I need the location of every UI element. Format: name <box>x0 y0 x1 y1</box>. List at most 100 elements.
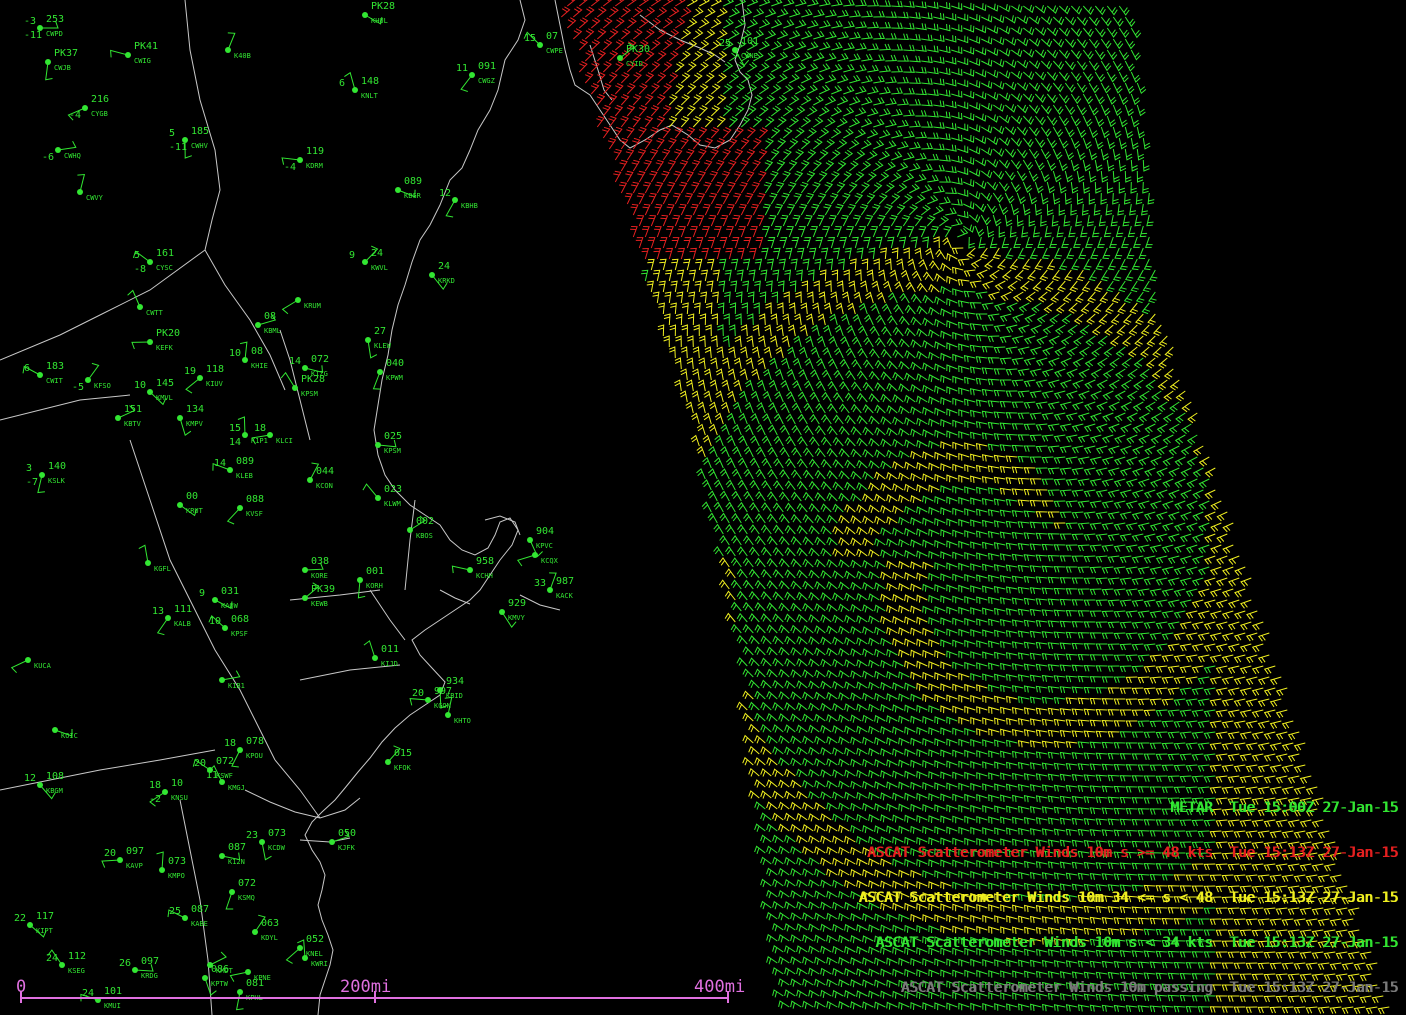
station-pressure: 086 <box>211 964 229 975</box>
station-id: CWJB <box>54 64 71 72</box>
station-id: KCDW <box>268 844 286 852</box>
station-id: CYSC <box>156 264 173 272</box>
station-temperature: 10 <box>229 348 241 359</box>
station-pressure: 27 <box>374 326 386 337</box>
station-dewpoint: -4 <box>284 162 296 173</box>
station-id: CYID <box>626 60 643 68</box>
station-id: KLEB <box>236 472 253 480</box>
station-pressure: 078 <box>246 736 264 747</box>
station-pressure: 023 <box>384 484 402 495</box>
station-id: KLWM <box>384 500 401 508</box>
station-id: KFSO <box>94 382 111 390</box>
station-pressure: 24 <box>438 261 450 272</box>
station-id: KJFK <box>338 844 356 852</box>
station-pressure: PK28 <box>371 1 395 12</box>
station-id: KBOS <box>416 532 433 540</box>
station-id: KSLK <box>48 477 66 485</box>
station-id: CWPE <box>546 47 563 55</box>
station-id: KHTO <box>454 717 471 725</box>
station-id: KMPV <box>186 420 204 428</box>
station-temperature: 18 <box>224 738 236 749</box>
station-pressure: 08 <box>264 311 276 322</box>
station-id: KDYL <box>261 934 278 942</box>
station-id: KMVY <box>508 614 526 622</box>
station-id: KHUL <box>371 17 388 25</box>
station-temperature: 14 <box>214 458 226 469</box>
station-pressure: PK39 <box>311 584 335 595</box>
station-pressure: 050 <box>338 828 356 839</box>
station-id: CWNE <box>741 52 758 60</box>
station-pressure: 002 <box>416 516 434 527</box>
station-id: KALB <box>174 620 191 628</box>
station-id: KOIC <box>61 732 78 740</box>
station-id: KMVL <box>156 394 173 402</box>
station-temperature: 9 <box>199 588 205 599</box>
station-id: KBML <box>264 327 281 335</box>
station-pressure: 10 <box>171 778 183 789</box>
station-pressure: 015 <box>394 748 412 759</box>
station-temperature: 10 <box>209 616 221 627</box>
station-pressure: 052 <box>306 934 324 945</box>
station-id: KIPT <box>36 927 54 935</box>
station-pressure: 987 <box>556 576 574 587</box>
station-pressure: 148 <box>361 76 379 87</box>
station-temperature: 20 <box>194 758 206 769</box>
station-temperature: 19 <box>184 366 196 377</box>
station-id: KNLT <box>361 92 379 100</box>
station-temperature: 6 <box>24 363 30 374</box>
station-dewpoint: -11 <box>24 30 42 41</box>
station-id: KABE <box>191 920 208 928</box>
station-temperature: 9 <box>349 250 355 261</box>
station-temperature: 13 <box>152 606 164 617</box>
station-id: KUCA <box>34 662 52 670</box>
station-id: KEWB <box>311 600 328 608</box>
station-dewpoint: -7 <box>26 477 38 488</box>
station-temperature: 12 <box>24 773 36 784</box>
station-pressure: 025 <box>384 431 402 442</box>
station-id: K40B <box>234 52 251 60</box>
legend-ascat-strong: ASCAT Scatterometer Winds 10m s >= 48 kt… <box>866 845 1398 861</box>
legend-metar: METAR Tue 15:00Z 27-Jan-15 <box>1170 800 1398 816</box>
station-id: KFOK <box>394 764 412 772</box>
station-pressure: PK37 <box>54 48 78 59</box>
station-temperature: 5 <box>169 128 175 139</box>
station-pressure: 904 <box>536 526 554 537</box>
station-temperature: 11 <box>206 770 218 781</box>
station-temperature: 25 <box>719 38 731 49</box>
station-pressure: 091 <box>478 61 496 72</box>
station-id: KWVL <box>371 264 388 272</box>
station-id: KHIE <box>251 362 268 370</box>
station-dewpoint: -5 <box>72 382 84 393</box>
scale-label-400mi: 400mi <box>694 977 746 997</box>
station-pressure: 216 <box>91 94 109 105</box>
distance-scale: 0 200mi 400mi <box>0 975 760 1015</box>
station-id: KGON <box>434 702 451 710</box>
station-id: K1P1 <box>251 437 268 445</box>
station-id: CWGZ <box>478 77 495 85</box>
station-temperature: 15 <box>524 33 536 44</box>
station-pressure: 072 <box>238 878 256 889</box>
station-pressure: 161 <box>156 248 174 259</box>
station-id: KAQW <box>221 602 239 610</box>
station-pressure: 07 <box>546 31 558 42</box>
station-id: KBGR <box>404 192 422 200</box>
station-temperature: 10 <box>134 380 146 391</box>
station-pressure: 08 <box>251 346 263 357</box>
station-pressure: 134 <box>186 404 204 415</box>
station-pressure: PK28 <box>301 374 325 385</box>
station-id: KGFL <box>154 565 171 573</box>
station-pressure: 185 <box>191 126 209 137</box>
station-temperature: 26 <box>119 958 131 969</box>
station-pressure: 253 <box>46 14 64 25</box>
station-id: KPSF <box>231 630 248 638</box>
station-pressure: 072 <box>311 354 329 365</box>
station-id: CWHQ <box>64 152 81 160</box>
station-temperature: 3 <box>26 463 32 474</box>
station-pressure: 119 <box>306 146 324 157</box>
station-id: K1B1 <box>228 682 245 690</box>
station-pressure: 073 <box>268 828 286 839</box>
station-pressure: 145 <box>156 378 174 389</box>
station-pressure: 097 <box>141 956 159 967</box>
station-temperature: 6 <box>339 78 345 89</box>
legend-ascat-light: ASCAT Scatterometer Winds 10m s < 34 kts… <box>875 935 1398 951</box>
